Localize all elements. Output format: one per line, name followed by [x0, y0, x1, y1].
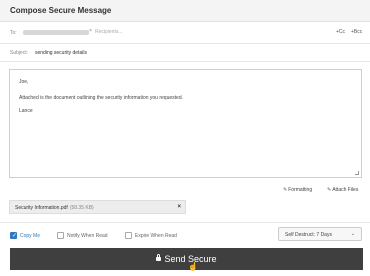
self-destruct-select[interactable]: Self Destruct: 7 Days ⌄ [278, 227, 362, 241]
resize-handle-icon[interactable] [355, 171, 359, 175]
formatting-button[interactable]: ✎Formatting [283, 187, 312, 193]
to-label: To: [10, 30, 17, 36]
checkbox-icon [125, 232, 132, 239]
attachment-item: Security Information.pdf (58.35 KB) × [9, 200, 186, 214]
recipient-remove-icon[interactable]: × [89, 28, 92, 34]
to-row: To: × Recipients... +Cc +Bcc [0, 22, 370, 44]
body-line-greeting: Joe, [19, 79, 29, 85]
divider [0, 222, 370, 223]
chevron-down-icon: ⌄ [350, 231, 355, 237]
body-line-signature: Lance [19, 108, 33, 114]
add-cc-link[interactable]: +Cc [336, 29, 345, 35]
checkbox-icon [57, 232, 64, 239]
formatting-label: Formatting [288, 187, 313, 193]
checkbox-checked-icon [10, 232, 17, 239]
attachment-size: (58.35 KB) [69, 205, 94, 211]
attachment-name: Security Information.pdf (58.35 KB) [15, 205, 94, 211]
dialog-header: Compose Secure Message [0, 0, 370, 22]
expire-when-read-label: Expire When Read [135, 233, 177, 239]
attach-files-label: Attach Files [332, 187, 359, 193]
body-line-message: Attached is the document outlining the s… [19, 95, 183, 101]
self-destruct-value: Self Destruct: 7 Days [285, 232, 332, 238]
recipient-chip-redacted[interactable] [23, 30, 89, 35]
send-secure-label-wrap: Send Secure [10, 254, 363, 264]
add-bcc-link[interactable]: +Bcc [351, 29, 362, 35]
attachment-filename: Security Information.pdf [15, 205, 68, 211]
subject-input[interactable]: sending security details [35, 50, 87, 56]
pencil-square-icon: ✎ [283, 187, 288, 193]
recipients-input[interactable]: Recipients... [95, 29, 123, 35]
message-body-textarea[interactable]: Joe, Attached is the document outlining … [9, 69, 362, 178]
lock-icon [156, 254, 162, 261]
dialog-title: Compose Secure Message [10, 6, 112, 15]
hand-cursor-icon: ☝ [188, 262, 198, 271]
send-secure-button[interactable]: Send Secure ☝ [10, 248, 363, 271]
notify-when-read-label: Notify When Read [67, 233, 108, 239]
copy-me-label: Copy Me [20, 233, 41, 239]
subject-label: Subject: [10, 50, 29, 56]
attach-files-button[interactable]: ✎Attach Files [327, 187, 358, 193]
compose-secure-message-dialog: Compose Secure Message To: × Recipients.… [0, 0, 370, 276]
attachment-remove-icon[interactable]: × [177, 204, 181, 210]
paperclip-icon: ✎ [327, 187, 332, 193]
subject-row: Subject: sending security details [0, 44, 370, 62]
